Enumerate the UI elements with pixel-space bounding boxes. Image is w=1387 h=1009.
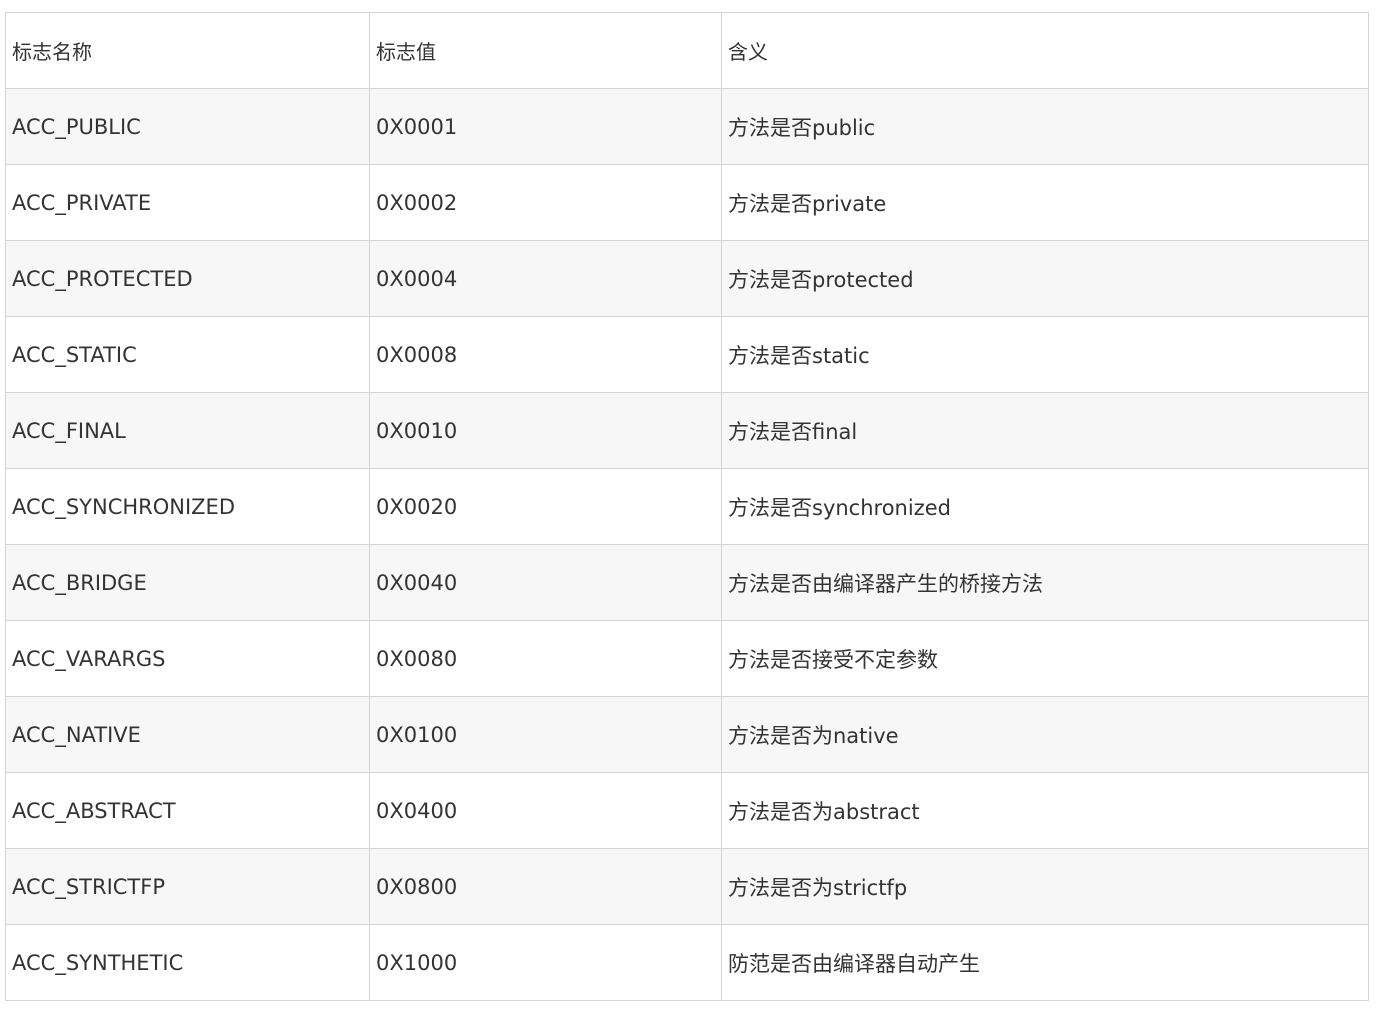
cell-meaning: 方法是否static <box>721 316 1369 393</box>
cell-meaning: 方法是否为strictfp <box>721 848 1369 925</box>
header-row: 标志名称 标志值 含义 <box>5 12 1369 89</box>
table-row: ACC_PUBLIC 0X0001 方法是否public <box>5 88 1369 165</box>
cell-flag-name: ACC_SYNCHRONIZED <box>5 468 370 545</box>
cell-flag-value: 0X0020 <box>369 468 722 545</box>
cell-meaning: 方法是否由编译器产生的桥接方法 <box>721 544 1369 621</box>
cell-flag-name: ACC_PRIVATE <box>5 164 370 241</box>
cell-meaning: 方法是否private <box>721 164 1369 241</box>
cell-flag-value: 0X0010 <box>369 392 722 469</box>
cell-flag-value: 0X0040 <box>369 544 722 621</box>
cell-flag-value: 0X0004 <box>369 240 722 317</box>
table-row: ACC_BRIDGE 0X0040 方法是否由编译器产生的桥接方法 <box>5 544 1369 621</box>
table-row: ACC_PRIVATE 0X0002 方法是否private <box>5 164 1369 241</box>
header-meaning: 含义 <box>721 12 1369 89</box>
cell-flag-name: ACC_STRICTFP <box>5 848 370 925</box>
table-row: ACC_SYNTHETIC 0X1000 防范是否由编译器自动产生 <box>5 924 1369 1001</box>
table-row: ACC_FINAL 0X0010 方法是否final <box>5 392 1369 469</box>
cell-meaning: 方法是否为native <box>721 696 1369 773</box>
cell-meaning: 方法是否final <box>721 392 1369 469</box>
header-flag-value: 标志值 <box>369 12 722 89</box>
cell-flag-value: 0X0002 <box>369 164 722 241</box>
table-header: 标志名称 标志值 含义 <box>5 12 1369 89</box>
cell-flag-name: ACC_NATIVE <box>5 696 370 773</box>
table-row: ACC_STATIC 0X0008 方法是否static <box>5 316 1369 393</box>
table-row: ACC_PROTECTED 0X0004 方法是否protected <box>5 240 1369 317</box>
cell-flag-name: ACC_BRIDGE <box>5 544 370 621</box>
cell-flag-name: ACC_VARARGS <box>5 620 370 697</box>
table-row: ACC_VARARGS 0X0080 方法是否接受不定参数 <box>5 620 1369 697</box>
table-row: ACC_NATIVE 0X0100 方法是否为native <box>5 696 1369 773</box>
cell-flag-name: ACC_PROTECTED <box>5 240 370 317</box>
cell-flag-value: 0X0100 <box>369 696 722 773</box>
cell-flag-name: ACC_SYNTHETIC <box>5 924 370 1001</box>
cell-flag-value: 0X0400 <box>369 772 722 849</box>
header-flag-name: 标志名称 <box>5 12 370 89</box>
cell-meaning: 方法是否protected <box>721 240 1369 317</box>
cell-flag-value: 0X0001 <box>369 88 722 165</box>
cell-meaning: 防范是否由编译器自动产生 <box>721 924 1369 1001</box>
cell-meaning: 方法是否为abstract <box>721 772 1369 849</box>
cell-meaning: 方法是否接受不定参数 <box>721 620 1369 697</box>
access-flags-table: 标志名称 标志值 含义 ACC_PUBLIC 0X0001 方法是否public… <box>5 12 1369 1001</box>
cell-flag-name: ACC_PUBLIC <box>5 88 370 165</box>
table-body: ACC_PUBLIC 0X0001 方法是否public ACC_PRIVATE… <box>5 88 1369 1001</box>
cell-meaning: 方法是否public <box>721 88 1369 165</box>
table-row: ACC_ABSTRACT 0X0400 方法是否为abstract <box>5 772 1369 849</box>
cell-flag-value: 0X0080 <box>369 620 722 697</box>
cell-flag-name: ACC_ABSTRACT <box>5 772 370 849</box>
cell-flag-name: ACC_FINAL <box>5 392 370 469</box>
cell-flag-value: 0X0008 <box>369 316 722 393</box>
cell-flag-name: ACC_STATIC <box>5 316 370 393</box>
cell-flag-value: 0X1000 <box>369 924 722 1001</box>
table-row: ACC_SYNCHRONIZED 0X0020 方法是否synchronized <box>5 468 1369 545</box>
cell-meaning: 方法是否synchronized <box>721 468 1369 545</box>
cell-flag-value: 0X0800 <box>369 848 722 925</box>
table-row: ACC_STRICTFP 0X0800 方法是否为strictfp <box>5 848 1369 925</box>
